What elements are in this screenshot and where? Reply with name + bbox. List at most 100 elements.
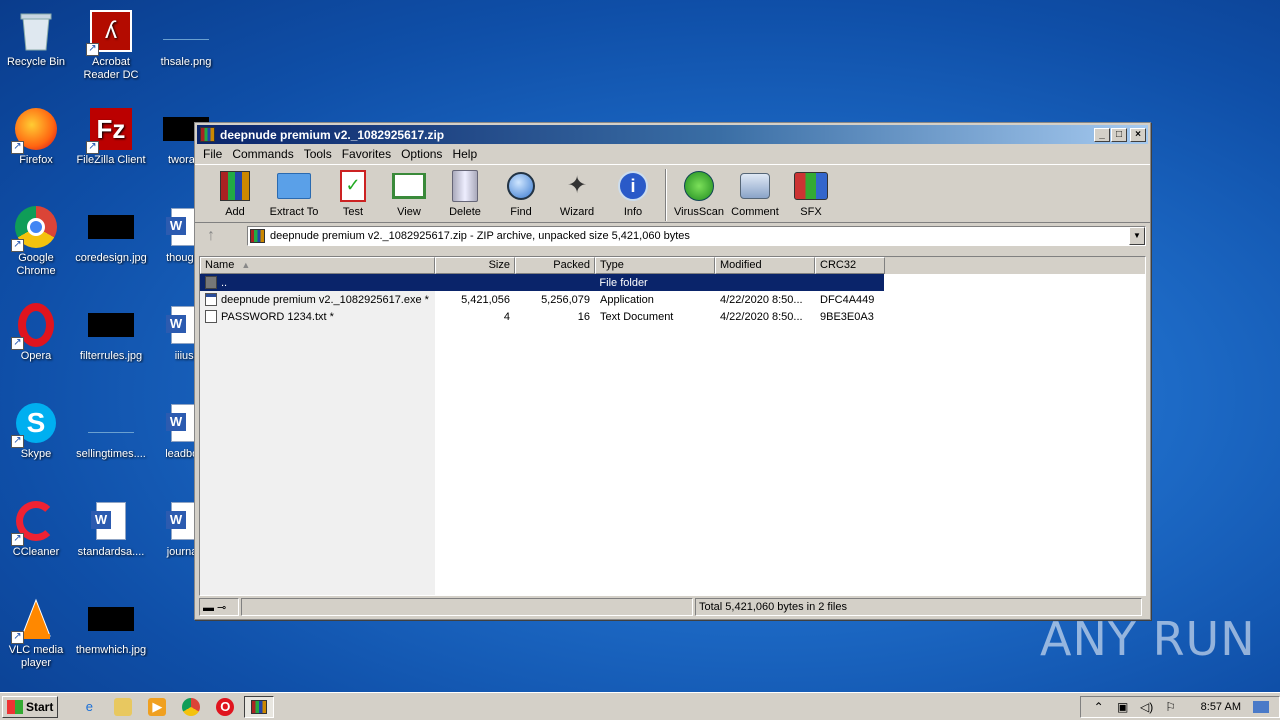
info-button[interactable]: i Info bbox=[605, 169, 661, 218]
up-arrow-icon[interactable]: ↑ bbox=[199, 227, 223, 245]
image-file-icon bbox=[163, 8, 209, 54]
explorer-folder-icon[interactable] bbox=[114, 697, 133, 716]
desktop-icon-themwhich[interactable]: themwhich.jpg bbox=[73, 596, 149, 657]
flag-icon[interactable]: ⚐ bbox=[1163, 700, 1179, 714]
winrar-window: deepnude premium v2._1082925617.zip _ □ … bbox=[194, 122, 1151, 620]
delete-button[interactable]: Delete bbox=[437, 169, 493, 218]
info-icon: i bbox=[616, 169, 650, 203]
title-bar[interactable]: deepnude premium v2._1082925617.zip _ □ … bbox=[197, 125, 1148, 144]
file-list[interactable]: Name ▲ Size Packed Type Modified CRC32 .… bbox=[199, 256, 1146, 596]
status-total: Total 5,421,060 bytes in 2 files bbox=[695, 598, 1142, 616]
status-drive-icon[interactable]: ▬ ⊸ bbox=[199, 598, 239, 616]
opera-taskbar-icon[interactable]: O bbox=[216, 697, 235, 716]
desktop-icon-chrome[interactable]: ↗ Google Chrome bbox=[0, 204, 74, 278]
column-headers: Name ▲ Size Packed Type Modified CRC32 bbox=[200, 257, 1145, 274]
toolbar-separator bbox=[665, 169, 667, 221]
window-title: deepnude premium v2._1082925617.zip bbox=[220, 127, 445, 142]
maximize-button[interactable]: □ bbox=[1111, 127, 1127, 142]
internet-explorer-icon[interactable]: e bbox=[80, 698, 98, 716]
recycle-bin-icon bbox=[13, 8, 59, 54]
test-button[interactable]: ✓ Test bbox=[325, 169, 381, 218]
vlc-icon: ↗ bbox=[11, 596, 59, 644]
quick-launch: e ▶ O bbox=[72, 697, 242, 716]
winrar-taskbar-icon bbox=[251, 699, 268, 714]
status-bar: ▬ ⊸ Total 5,421,060 bytes in 2 files bbox=[199, 598, 1146, 616]
menu-options[interactable]: Options bbox=[397, 145, 448, 163]
address-dropdown-button[interactable]: ▼ bbox=[1129, 226, 1145, 245]
taskbar: Start e ▶ O ⌃ ▣ ◁) ⚐ 8:57 AM bbox=[0, 692, 1280, 720]
show-desktop-icon[interactable] bbox=[1253, 700, 1269, 713]
windows-logo-icon bbox=[7, 699, 23, 714]
text-file-icon bbox=[205, 310, 217, 323]
ccleaner-icon: ↗ bbox=[11, 498, 59, 546]
chrome-taskbar-icon[interactable] bbox=[182, 697, 201, 716]
media-player-icon[interactable]: ▶ bbox=[148, 697, 167, 716]
desktop-icon-sellingtimes[interactable]: sellingtimes.... bbox=[73, 400, 149, 461]
table-row[interactable]: PASSWORD 1234.txt * 4 16 Text Document 4… bbox=[200, 308, 1145, 325]
header-modified[interactable]: Modified bbox=[715, 257, 815, 274]
desktop-icon-skype[interactable]: S ↗ Skype bbox=[0, 400, 74, 461]
header-size[interactable]: Size bbox=[435, 257, 515, 274]
view-button[interactable]: View bbox=[381, 169, 437, 218]
sfx-button[interactable]: SFX bbox=[783, 169, 839, 218]
header-crc32[interactable]: CRC32 bbox=[815, 257, 885, 274]
network-icon[interactable]: ▣ bbox=[1115, 700, 1131, 714]
system-tray: ⌃ ▣ ◁) ⚐ 8:57 AM bbox=[1079, 695, 1280, 718]
header-name[interactable]: Name ▲ bbox=[200, 257, 435, 274]
minimize-button[interactable]: _ bbox=[1094, 127, 1110, 142]
menu-favorites[interactable]: Favorites bbox=[338, 145, 397, 163]
table-row[interactable]: deepnude premium v2._1082925617.exe * 5,… bbox=[200, 291, 1145, 308]
filezilla-icon: Fz ↗ bbox=[86, 106, 134, 154]
winrar-taskbar-button[interactable] bbox=[244, 695, 275, 718]
menu-bar: File Commands Tools Favorites Options He… bbox=[195, 144, 1150, 164]
test-checklist-icon: ✓ bbox=[336, 169, 370, 203]
opera-icon: ↗ bbox=[11, 302, 59, 350]
chrome-icon: ↗ bbox=[11, 204, 59, 252]
desktop-icon-ccleaner[interactable]: ↗ CCleaner bbox=[0, 498, 74, 559]
trash-icon bbox=[448, 169, 482, 203]
extract-to-button[interactable]: Extract To bbox=[263, 169, 325, 218]
volume-icon[interactable]: ◁) bbox=[1139, 700, 1155, 714]
menu-tools[interactable]: Tools bbox=[300, 145, 338, 163]
start-button[interactable]: Start bbox=[2, 695, 59, 718]
header-packed[interactable]: Packed bbox=[515, 257, 595, 274]
menu-commands[interactable]: Commands bbox=[228, 145, 299, 163]
address-text: deepnude premium v2._1082925617.zip - ZI… bbox=[270, 229, 690, 242]
find-button[interactable]: Find bbox=[493, 169, 549, 218]
desktop-icon-coredesign[interactable]: coredesign.jpg bbox=[73, 204, 149, 265]
status-left-pane bbox=[241, 598, 693, 616]
desktop-icon-opera[interactable]: ↗ Opera bbox=[0, 302, 74, 363]
desktop-icon-acrobat[interactable]: ʎ ↗ Acrobat Reader DC bbox=[73, 8, 149, 82]
magnifier-icon bbox=[504, 169, 538, 203]
sfx-icon bbox=[794, 169, 828, 203]
menu-help[interactable]: Help bbox=[448, 145, 483, 163]
application-icon bbox=[205, 293, 217, 306]
comment-button[interactable]: Comment bbox=[727, 169, 783, 218]
menu-file[interactable]: File bbox=[199, 145, 228, 163]
desktop-icon-thsale[interactable]: thsale.png bbox=[148, 8, 224, 69]
sort-arrow-icon: ▲ bbox=[241, 260, 251, 270]
desktop-icon-vlc[interactable]: ↗ VLC media player bbox=[0, 596, 74, 670]
clock[interactable]: 8:57 AM bbox=[1201, 701, 1241, 713]
table-row[interactable]: .. File folder bbox=[200, 274, 884, 291]
desktop-icon-firefox[interactable]: ↗ Firefox bbox=[0, 106, 74, 167]
close-button[interactable]: × bbox=[1130, 127, 1146, 142]
comment-icon bbox=[738, 169, 772, 203]
virusscan-button[interactable]: VirusScan bbox=[671, 169, 727, 218]
desktop-icon-recycle-bin[interactable]: Recycle Bin bbox=[0, 8, 74, 69]
tray-expand-icon[interactable]: ⌃ bbox=[1091, 700, 1107, 714]
desktop-icon-standardsa[interactable]: standardsa.... bbox=[73, 498, 149, 559]
header-type[interactable]: Type bbox=[595, 257, 715, 274]
desktop-icon-filezilla[interactable]: Fz ↗ FileZilla Client bbox=[73, 106, 149, 167]
desktop-icon-filterrules[interactable]: filterrules.jpg bbox=[73, 302, 149, 363]
add-button[interactable]: Add bbox=[207, 169, 263, 218]
wizard-button[interactable]: ✦ Wizard bbox=[549, 169, 605, 218]
address-field[interactable]: deepnude premium v2._1082925617.zip - ZI… bbox=[247, 225, 1146, 246]
folder-icon bbox=[205, 276, 217, 289]
drive-key-icon: ▬ ⊸ bbox=[203, 602, 227, 614]
zip-archive-icon bbox=[250, 228, 265, 243]
toolbar: Add Extract To ✓ Test View Delete Find ✦… bbox=[195, 164, 1150, 222]
image-file-icon bbox=[88, 204, 134, 250]
acrobat-icon: ʎ ↗ bbox=[86, 8, 134, 56]
wand-icon: ✦ bbox=[566, 172, 588, 199]
